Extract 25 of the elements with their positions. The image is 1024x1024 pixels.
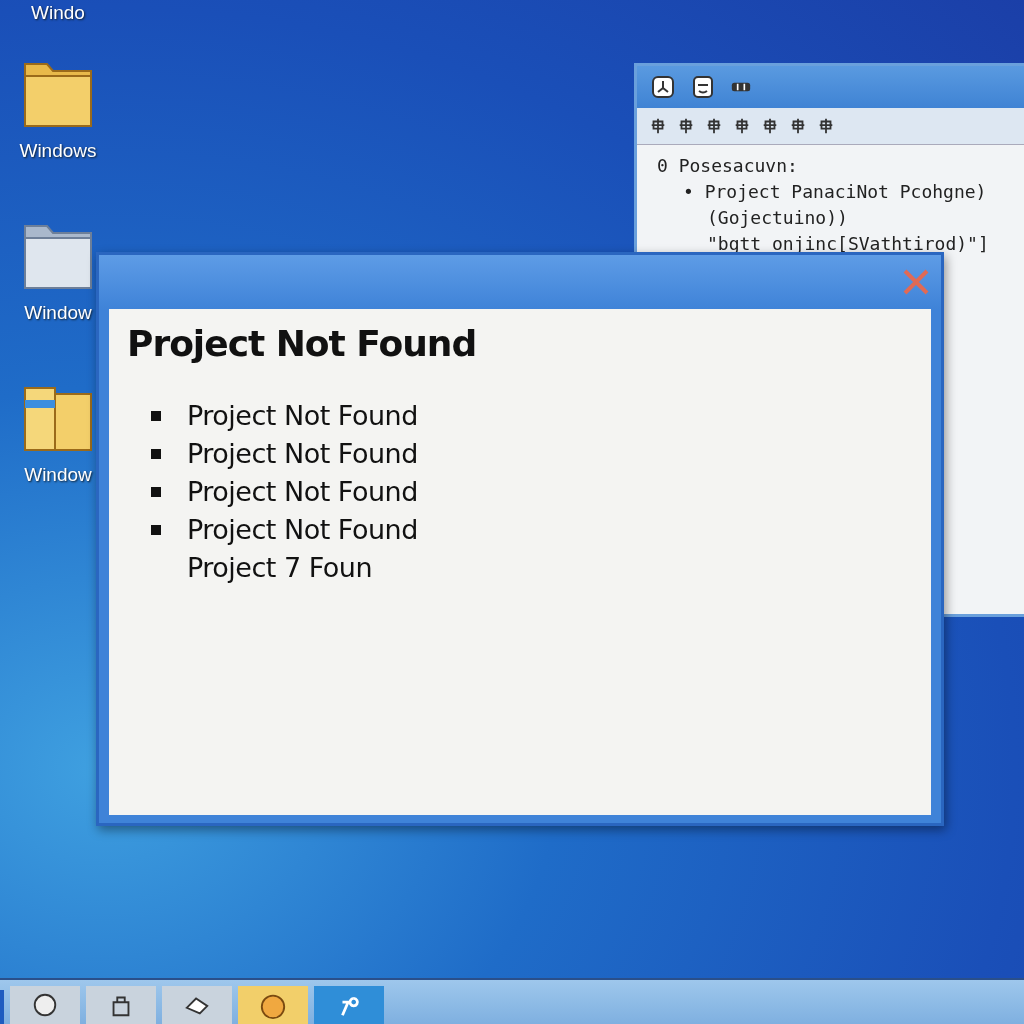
- text-line: 0 Posesacuvn:: [657, 154, 799, 178]
- toolbar-icon[interactable]: [705, 117, 723, 135]
- toolbar-icon[interactable]: [789, 117, 807, 135]
- list-item: Project Not Found: [187, 438, 418, 469]
- grid-icon[interactable]: [731, 82, 751, 92]
- list-item: Project Not Found: [187, 476, 418, 507]
- list-item: Project 7 Foun: [187, 552, 373, 583]
- toolbar-icon[interactable]: [761, 117, 779, 135]
- icon-label[interactable]: Window: [24, 302, 92, 324]
- toolbar-icon[interactable]: [733, 117, 751, 135]
- list-item: Project Not Found: [187, 400, 418, 431]
- tag-taskbar-button[interactable]: [162, 986, 232, 1024]
- ball-taskbar-button[interactable]: [238, 986, 308, 1024]
- toolbar-icon[interactable]: [649, 117, 667, 135]
- text-line: • Project PanaciNot Pcohgne): [682, 180, 988, 204]
- toolbar-icon[interactable]: [817, 117, 835, 135]
- icon-label[interactable]: Windo: [31, 2, 85, 24]
- toolbar-icon[interactable]: [677, 117, 695, 135]
- text-line: (Gojectuino)): [706, 206, 849, 230]
- list-item: Project Not Found: [187, 514, 418, 545]
- dialog-heading: Project Not Found: [127, 323, 478, 364]
- text-line: "bgtt onjinc[SVathtirod)"]: [706, 232, 990, 256]
- bag-taskbar-button[interactable]: [86, 986, 156, 1024]
- icon-label[interactable]: Window: [24, 464, 92, 486]
- icon-label[interactable]: Windows: [19, 140, 97, 162]
